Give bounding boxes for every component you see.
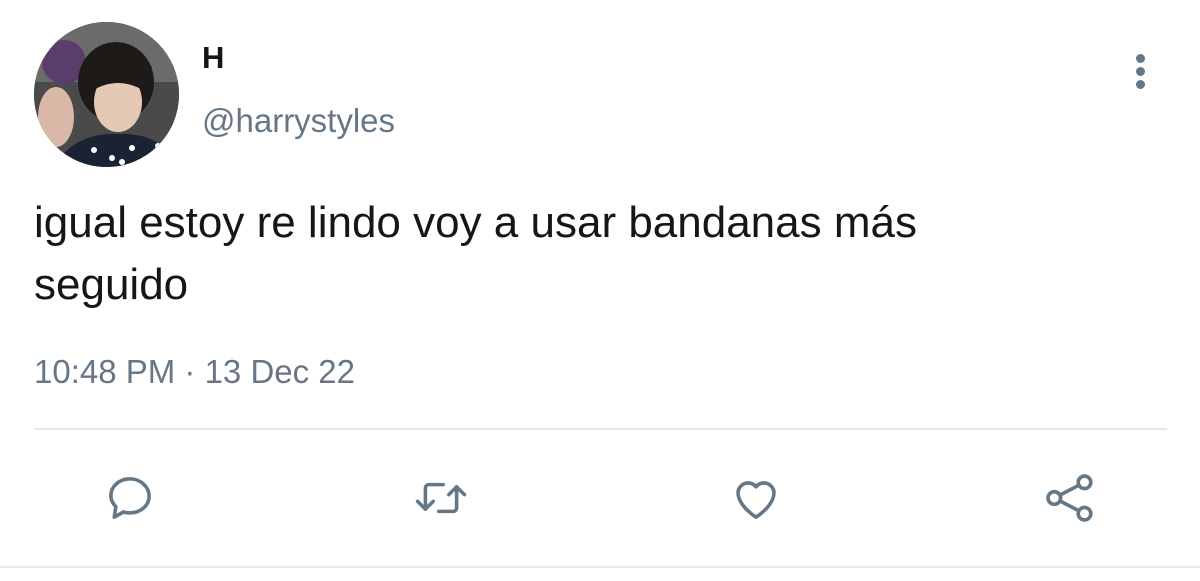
retweet-arrows-icon	[415, 482, 467, 514]
tweet-card: H @harrystyles igual estoy re lindo voy …	[0, 0, 1200, 581]
heart-icon	[736, 481, 776, 519]
display-name[interactable]: H	[202, 38, 224, 78]
tweet-text-line: igual estoy re lindo voy a usar bandanas…	[34, 198, 917, 247]
vertical-dots-icon-dot	[1136, 67, 1145, 76]
avatar[interactable]	[34, 22, 179, 167]
user-handle[interactable]: @harrystyles	[202, 100, 395, 142]
retweet-button[interactable]	[411, 468, 471, 528]
more-options-button[interactable]	[1121, 46, 1161, 92]
tweet-text-line: seguido	[34, 260, 189, 309]
timestamp[interactable]: 10:48 PM · 13 Dec 22	[34, 350, 355, 394]
reply-button[interactable]	[100, 468, 160, 528]
bottom-divider	[0, 566, 1200, 568]
vertical-dots-icon-dot	[1136, 80, 1145, 89]
share-nodes-icon	[1046, 474, 1093, 522]
share-button[interactable]	[1040, 468, 1100, 528]
tweet-text: igual estoy re lindo voy a usar bandanas…	[34, 192, 1154, 316]
profile-photo-icon	[34, 22, 179, 167]
vertical-dots-icon	[1136, 54, 1145, 63]
like-button[interactable]	[726, 468, 786, 528]
speech-bubble-icon	[109, 477, 151, 519]
divider	[34, 428, 1167, 430]
